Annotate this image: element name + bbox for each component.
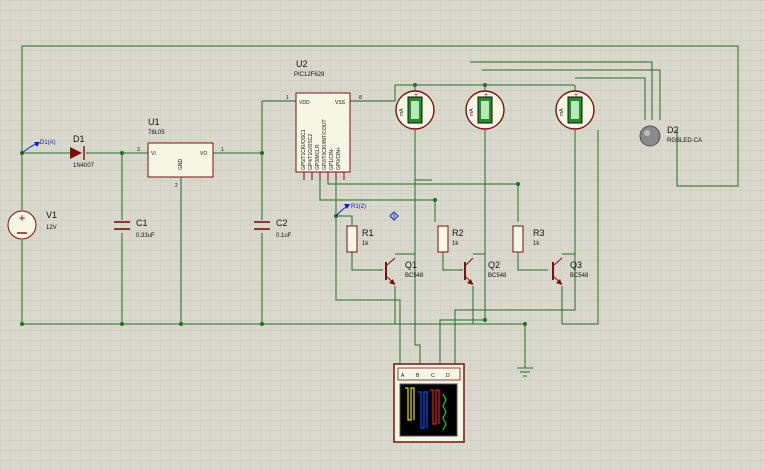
svg-text:+: + (574, 92, 578, 99)
r3-ref: R3 (533, 228, 545, 238)
u1-pin-gnd: GND (178, 159, 184, 171)
svg-text:+: + (18, 211, 25, 225)
q1-ref: Q1 (405, 260, 417, 270)
u2-pin-vdd: VDD (299, 100, 310, 106)
probe-d1-label: D1(A) (40, 140, 56, 146)
ammeter-2[interactable]: mA + (465, 90, 505, 130)
svg-text:+: + (414, 92, 418, 99)
d2-ref: D2 (667, 125, 679, 135)
ammeter-3-unit: mA (559, 108, 565, 116)
oscilloscope[interactable]: A B C D (393, 363, 465, 443)
r2-ref: R2 (452, 228, 464, 238)
q2-ref: Q2 (488, 260, 500, 270)
u2-pin-gp3: GP3/MCLR (315, 144, 321, 170)
c1-ref: C1 (136, 218, 148, 228)
v1-ref: V1 (46, 210, 57, 220)
u2-pin8-num: 8 (359, 95, 362, 101)
scope-channel-c: C (431, 373, 435, 379)
u1-pin-vo: VO (200, 151, 207, 157)
q3-ref: Q3 (570, 260, 582, 270)
d1-value: 1N4007 (73, 163, 95, 169)
r3-value: 1k (533, 241, 540, 247)
u2-value: PIC12F629 (294, 72, 325, 78)
c2-value: 0.1uF (276, 233, 292, 239)
q1-value: BC548 (405, 273, 424, 279)
u2-pin-gp0: GP0/CIN+ (336, 147, 342, 170)
d2-value: RGBLED-CA (667, 138, 702, 144)
u2-pin-vss: VSS (335, 100, 346, 106)
c2-ref: C2 (276, 218, 288, 228)
q2-value: BC548 (488, 273, 507, 279)
q3-value: BC548 (570, 273, 589, 279)
u1-pin-gnd-num: 2 (175, 183, 178, 189)
ammeter-2-unit: mA (469, 108, 475, 116)
u2-pin1-num: 1 (286, 95, 289, 101)
probe-r1-label: R1(2) (351, 204, 366, 210)
u2-ref: U2 (296, 59, 308, 69)
u1-value: 78L05 (148, 130, 165, 136)
u2-pin-gp4: GP4/T1G/OSC2 (308, 134, 314, 170)
u2-pin-gp5: GP5/T1CKI/OSC1 (301, 129, 307, 170)
scope-channel-d: D (446, 373, 450, 379)
ammeter-3[interactable]: mA + (555, 90, 595, 130)
ammeter-1-unit: mA (399, 108, 405, 116)
u2-pin-gp1: GP1/CIN- (329, 148, 335, 170)
u1-pin-in-num: 3 (137, 147, 140, 153)
c1-value: 0.33uF (136, 233, 155, 239)
svg-text:+: + (484, 92, 488, 99)
u2-pin-gp2: GP2/T0CKI/INT/COUT (322, 119, 328, 170)
u1-pin-out-num: 1 (221, 147, 224, 153)
ammeter-1[interactable]: mA + (395, 90, 435, 130)
schematic-canvas: + V1 12V D1 1N4007 D1(A) U1 78L05 VI VO … (0, 0, 764, 469)
d1-ref: D1 (73, 134, 85, 144)
r1-ref: R1 (362, 228, 374, 238)
u1-pin-vi: VI (151, 151, 156, 157)
r1-value: 1k (362, 241, 369, 247)
u1-ref: U1 (148, 117, 160, 127)
v1-value: 12V (46, 225, 57, 231)
r2-value: 1k (452, 241, 459, 247)
